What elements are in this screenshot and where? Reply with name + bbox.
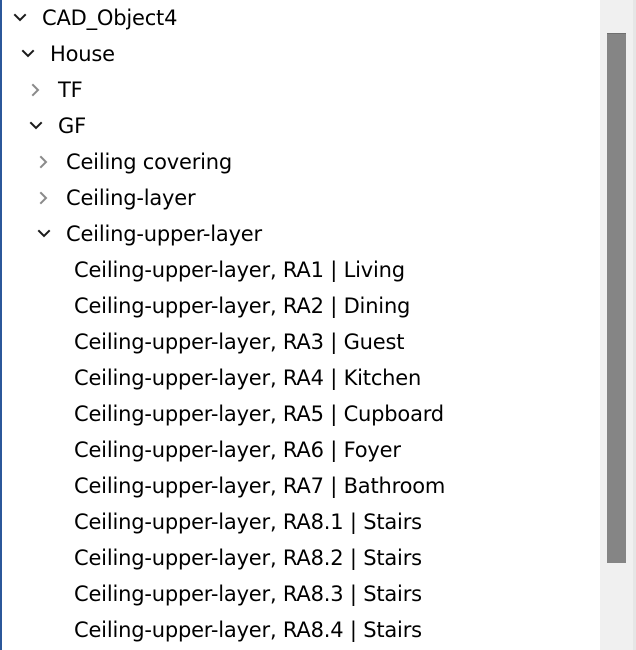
tree-item-label: Ceiling-upper-layer xyxy=(66,222,262,246)
tree-node-item[interactable]: GF xyxy=(2,108,600,144)
chevron-down-icon[interactable] xyxy=(13,11,27,25)
tree-leaf-item[interactable]: Ceiling-upper-layer, RA8.2 | Stairs xyxy=(2,540,600,576)
tree-item-label: GF xyxy=(58,114,86,138)
tree-node-item[interactable]: Ceiling-upper-layer xyxy=(2,216,600,252)
tree-item-label: Ceiling-upper-layer, RA7 | Bathroom xyxy=(74,474,446,498)
tree-item-label: TF xyxy=(58,78,83,102)
tree-item-label: Ceiling-layer xyxy=(66,186,196,210)
tree-item-label: Ceiling-upper-layer, RA8.3 | Stairs xyxy=(74,582,422,606)
tree-item-label: Ceiling-upper-layer, RA4 | Kitchen xyxy=(74,366,422,390)
chevron-right-icon[interactable] xyxy=(29,83,43,97)
tree-item-label: Ceiling-upper-layer, RA5 | Cupboard xyxy=(74,402,444,426)
tree-node-item[interactable]: CAD_Object4 xyxy=(2,0,600,36)
chevron-down-icon[interactable] xyxy=(21,47,35,61)
tree-node-item[interactable]: Ceiling covering xyxy=(2,144,600,180)
tree-item-label: Ceiling-upper-layer, RA2 | Dining xyxy=(74,294,411,318)
chevron-down-icon[interactable] xyxy=(37,227,51,241)
tree-item-label: Ceiling covering xyxy=(66,150,233,174)
tree-node-item[interactable]: House xyxy=(2,36,600,72)
chevron-right-icon[interactable] xyxy=(37,155,51,169)
tree-leaf-item[interactable]: Ceiling-upper-layer, RA1 | Living xyxy=(2,252,600,288)
tree-item-label: Ceiling-upper-layer, RA8.1 | Stairs xyxy=(74,510,422,534)
tree-item-label: CAD_Object4 xyxy=(42,6,178,30)
tree-leaf-item[interactable]: Ceiling-upper-layer, RA8.1 | Stairs xyxy=(2,504,600,540)
tree-item-label: Ceiling-upper-layer, RA1 | Living xyxy=(74,258,405,282)
tree-item-label: Ceiling-upper-layer, RA8.2 | Stairs xyxy=(74,546,422,570)
tree-leaf-item[interactable]: Ceiling-upper-layer, RA8.3 | Stairs xyxy=(2,576,600,612)
tree-item-label: Ceiling-upper-layer, RA6 | Foyer xyxy=(74,438,401,462)
vertical-scrollbar[interactable] xyxy=(600,0,636,650)
chevron-right-icon[interactable] xyxy=(37,191,51,205)
tree-leaf-item[interactable]: Ceiling-upper-layer, RA3 | Guest xyxy=(2,324,600,360)
tree-node-item[interactable]: Ceiling-layer xyxy=(2,180,600,216)
tree-item-label: House xyxy=(50,42,115,66)
tree-item-label: Ceiling-upper-layer, RA8.4 | Stairs xyxy=(74,618,422,642)
tree-leaf-item[interactable]: Ceiling-upper-layer, RA2 | Dining xyxy=(2,288,600,324)
tree-leaf-item[interactable]: Ceiling-upper-layer, RA8.4 | Stairs xyxy=(2,612,600,648)
tree-leaf-item[interactable]: Ceiling-upper-layer, RA4 | Kitchen xyxy=(2,360,600,396)
tree-leaf-item[interactable]: Ceiling-upper-layer, RA7 | Bathroom xyxy=(2,468,600,504)
tree-node-item[interactable]: TF xyxy=(2,72,600,108)
tree-item-label: Ceiling-upper-layer, RA3 | Guest xyxy=(74,330,405,354)
object-tree-panel: CAD_Object4 House TF GF Ceiling covering Ceil… xyxy=(0,0,636,650)
scrollbar-thumb[interactable] xyxy=(607,33,626,563)
chevron-down-icon[interactable] xyxy=(29,119,43,133)
object-tree[interactable]: CAD_Object4 House TF GF Ceiling covering Ceil… xyxy=(2,0,600,650)
tree-leaf-item[interactable]: Ceiling-upper-layer, RA6 | Foyer xyxy=(2,432,600,468)
tree-leaf-item[interactable]: Ceiling-upper-layer, RA5 | Cupboard xyxy=(2,396,600,432)
